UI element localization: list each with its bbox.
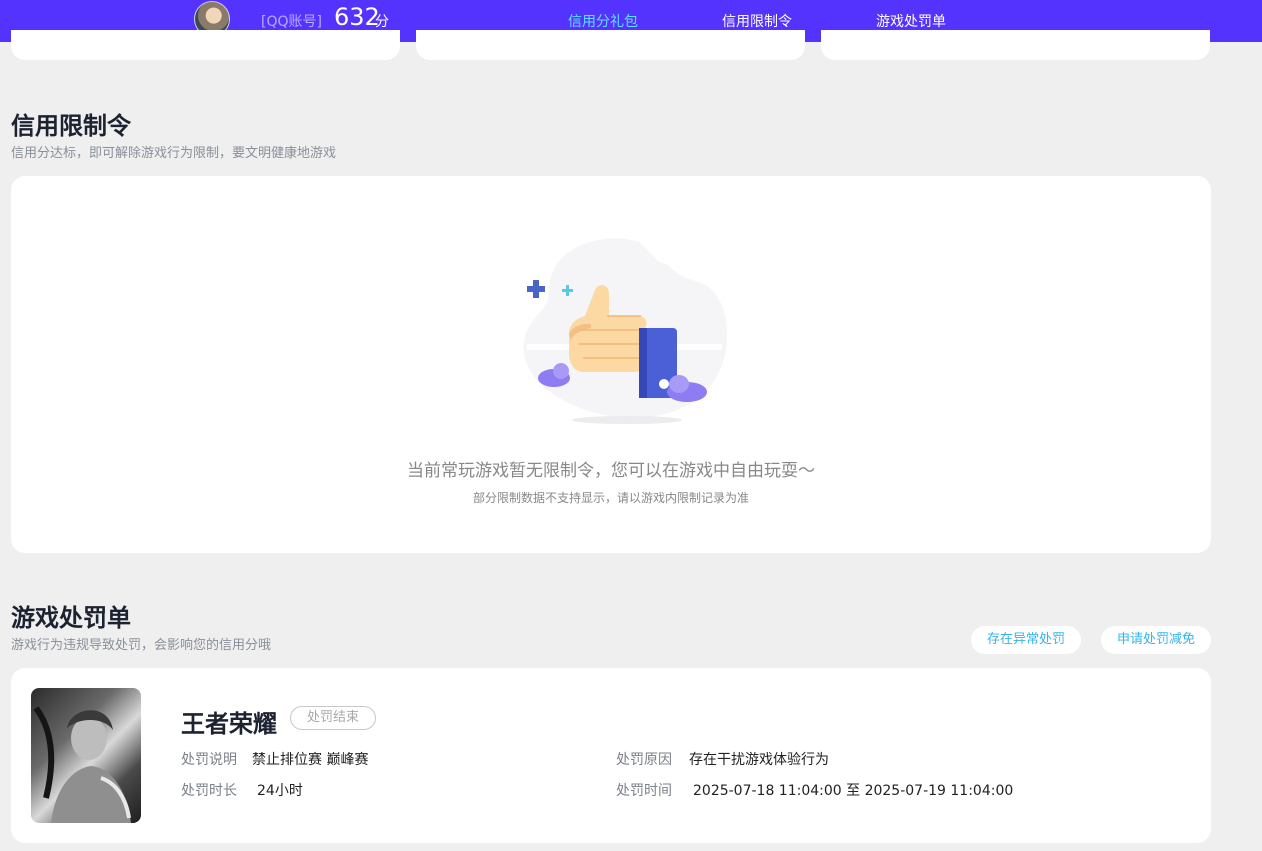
restriction-section-title: 信用限制令 [11, 112, 131, 140]
penalty-record-card[interactable]: 王者荣耀 处罚结束 处罚说明 禁止排位赛 巅峰赛 处罚原因 存在干扰游戏体验行为… [11, 668, 1211, 843]
penalty-duration-label: 处罚时长 [181, 783, 237, 799]
gift-card [821, 30, 1210, 60]
thumbs-up-icon [523, 238, 728, 424]
restriction-card: 当前常玩游戏暂无限制令，您可以在游戏中自由玩耍～ 部分限制数据不支持显示，请以游… [11, 176, 1211, 553]
penalty-section-subtitle: 游戏行为违规导致处罚，会影响您的信用分哦 [11, 638, 272, 653]
penalty-reason-value: 存在干扰游戏体验行为 [689, 752, 829, 768]
penalty-duration-value: 24小时 [257, 783, 303, 799]
tab-credit-restriction[interactable]: 信用限制令 [722, 11, 792, 31]
tab-credit-gift[interactable]: 信用分礼包 [568, 11, 638, 31]
empty-state-message: 当前常玩游戏暂无限制令，您可以在游戏中自由玩耍～ [407, 461, 815, 481]
penalty-time-value: 2025-07-18 11:04:00 至 2025-07-19 11:04:0… [693, 783, 1014, 799]
status-badge: 处罚结束 [290, 706, 376, 730]
restriction-section-subtitle: 信用分达标，即可解除游戏行为限制，要文明健康地游戏 [11, 146, 337, 161]
gift-card [11, 30, 400, 60]
credit-score-value: 632 [334, 3, 380, 31]
gift-card [416, 30, 805, 60]
tab-game-penalty[interactable]: 游戏处罚单 [876, 11, 946, 31]
credit-score-unit: 分 [375, 14, 389, 30]
penalty-time-label: 处罚时间 [616, 783, 672, 799]
account-label: [QQ账号] [261, 14, 322, 30]
game-name: 王者荣耀 [181, 710, 277, 738]
penalty-section-title: 游戏处罚单 [11, 604, 131, 632]
penalty-reason-label: 处罚原因 [616, 752, 672, 768]
penalty-desc-value: 禁止排位赛 巅峰赛 [252, 752, 369, 768]
abnormal-penalty-button[interactable]: 存在异常处罚 [971, 626, 1081, 654]
empty-state-note: 部分限制数据不支持显示，请以游戏内限制记录为准 [472, 491, 749, 505]
penalty-desc-label: 处罚说明 [181, 752, 237, 768]
appeal-penalty-button[interactable]: 申请处罚减免 [1101, 626, 1211, 654]
game-cover-image [31, 688, 141, 823]
